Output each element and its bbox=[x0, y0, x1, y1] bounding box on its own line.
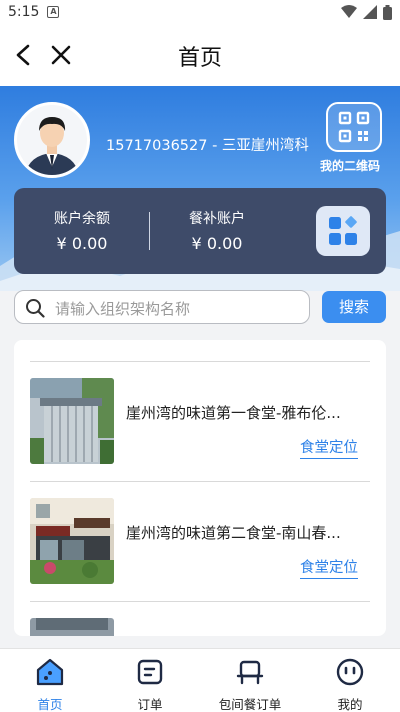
avatar[interactable] bbox=[14, 102, 90, 178]
subsidy-label: 餐补账户 bbox=[189, 211, 245, 227]
profile-face-icon bbox=[336, 658, 364, 686]
battery-icon bbox=[383, 4, 392, 20]
balance-label: 账户余额 bbox=[54, 211, 110, 227]
user-avatar-icon bbox=[17, 105, 87, 175]
canteen-item[interactable] bbox=[30, 602, 370, 636]
search-button[interactable]: 搜索 bbox=[322, 291, 386, 323]
tab-home[interactable]: 首页 bbox=[0, 649, 100, 712]
apps-button[interactable] bbox=[316, 206, 370, 256]
search-input[interactable]: 请输入组织架构名称 bbox=[14, 290, 310, 324]
canteen-locate-link[interactable]: 食堂定位 bbox=[300, 436, 358, 459]
canteen-name: 崖州湾的味道第二食堂-南山春... bbox=[126, 524, 341, 542]
account-divider bbox=[149, 212, 150, 250]
subsidy-block[interactable]: 餐补账户 ¥ 0.00 bbox=[157, 208, 277, 253]
bottom-tab-bar: 首页 订单 包间餐订单 我的 bbox=[0, 648, 400, 712]
search-icon bbox=[26, 299, 45, 318]
balance-value: ¥ 0.00 bbox=[56, 234, 108, 253]
search-row: 请输入组织架构名称 搜索 bbox=[14, 290, 386, 326]
canteen-photo bbox=[30, 498, 114, 584]
nav-bar: 首页 bbox=[0, 24, 400, 86]
tab-label: 订单 bbox=[137, 697, 163, 712]
canteen-photo bbox=[30, 378, 114, 464]
home-icon bbox=[36, 658, 64, 686]
tab-orders[interactable]: 订单 bbox=[100, 649, 200, 712]
qr-code-icon bbox=[338, 111, 370, 143]
account-card: 账户余额 ¥ 0.00 餐补账户 ¥ 0.00 bbox=[14, 188, 386, 274]
tab-label: 我的 bbox=[337, 697, 363, 712]
tab-private-room-orders[interactable]: 包间餐订单 bbox=[200, 649, 300, 712]
tab-label: 首页 bbox=[37, 697, 63, 712]
private-room-icon bbox=[236, 660, 264, 685]
canteen-item[interactable]: 崖州湾的味道第一食堂-雅布伦... 食堂定位 bbox=[30, 362, 370, 482]
canteen-photo bbox=[30, 618, 114, 636]
tab-label: 包间餐订单 bbox=[218, 697, 282, 712]
canteen-name: 崖州湾的味道第一食堂-雅布伦... bbox=[126, 404, 341, 422]
orders-icon bbox=[137, 659, 163, 685]
search-placeholder: 请输入组织架构名称 bbox=[55, 300, 191, 318]
balance-block[interactable]: 账户余额 ¥ 0.00 bbox=[22, 208, 142, 253]
canteen-locate-link[interactable]: 食堂定位 bbox=[300, 556, 358, 579]
tab-mine[interactable]: 我的 bbox=[300, 649, 400, 712]
notification-a-icon: A bbox=[47, 6, 60, 18]
apps-grid-icon bbox=[329, 216, 357, 245]
wifi-icon bbox=[341, 5, 357, 18]
qr-code-button[interactable] bbox=[326, 102, 382, 152]
page-title: 首页 bbox=[177, 46, 222, 71]
user-account-line: 15717036527 - 三亚崖州湾科 bbox=[106, 138, 309, 154]
status-bar: 5:15 A bbox=[0, 0, 400, 24]
canteen-item[interactable]: 崖州湾的味道第二食堂-南山春... 食堂定位 bbox=[30, 482, 370, 602]
status-time: 5:15 bbox=[8, 4, 40, 20]
qr-code-label[interactable]: 我的二维码 bbox=[320, 157, 380, 174]
signal-icon bbox=[363, 5, 377, 19]
canteen-list: 崖州湾的味道第一食堂-雅布伦... 食堂定位 崖州湾的味道第二食堂-南山春...… bbox=[14, 340, 386, 636]
subsidy-value: ¥ 0.00 bbox=[191, 234, 243, 253]
